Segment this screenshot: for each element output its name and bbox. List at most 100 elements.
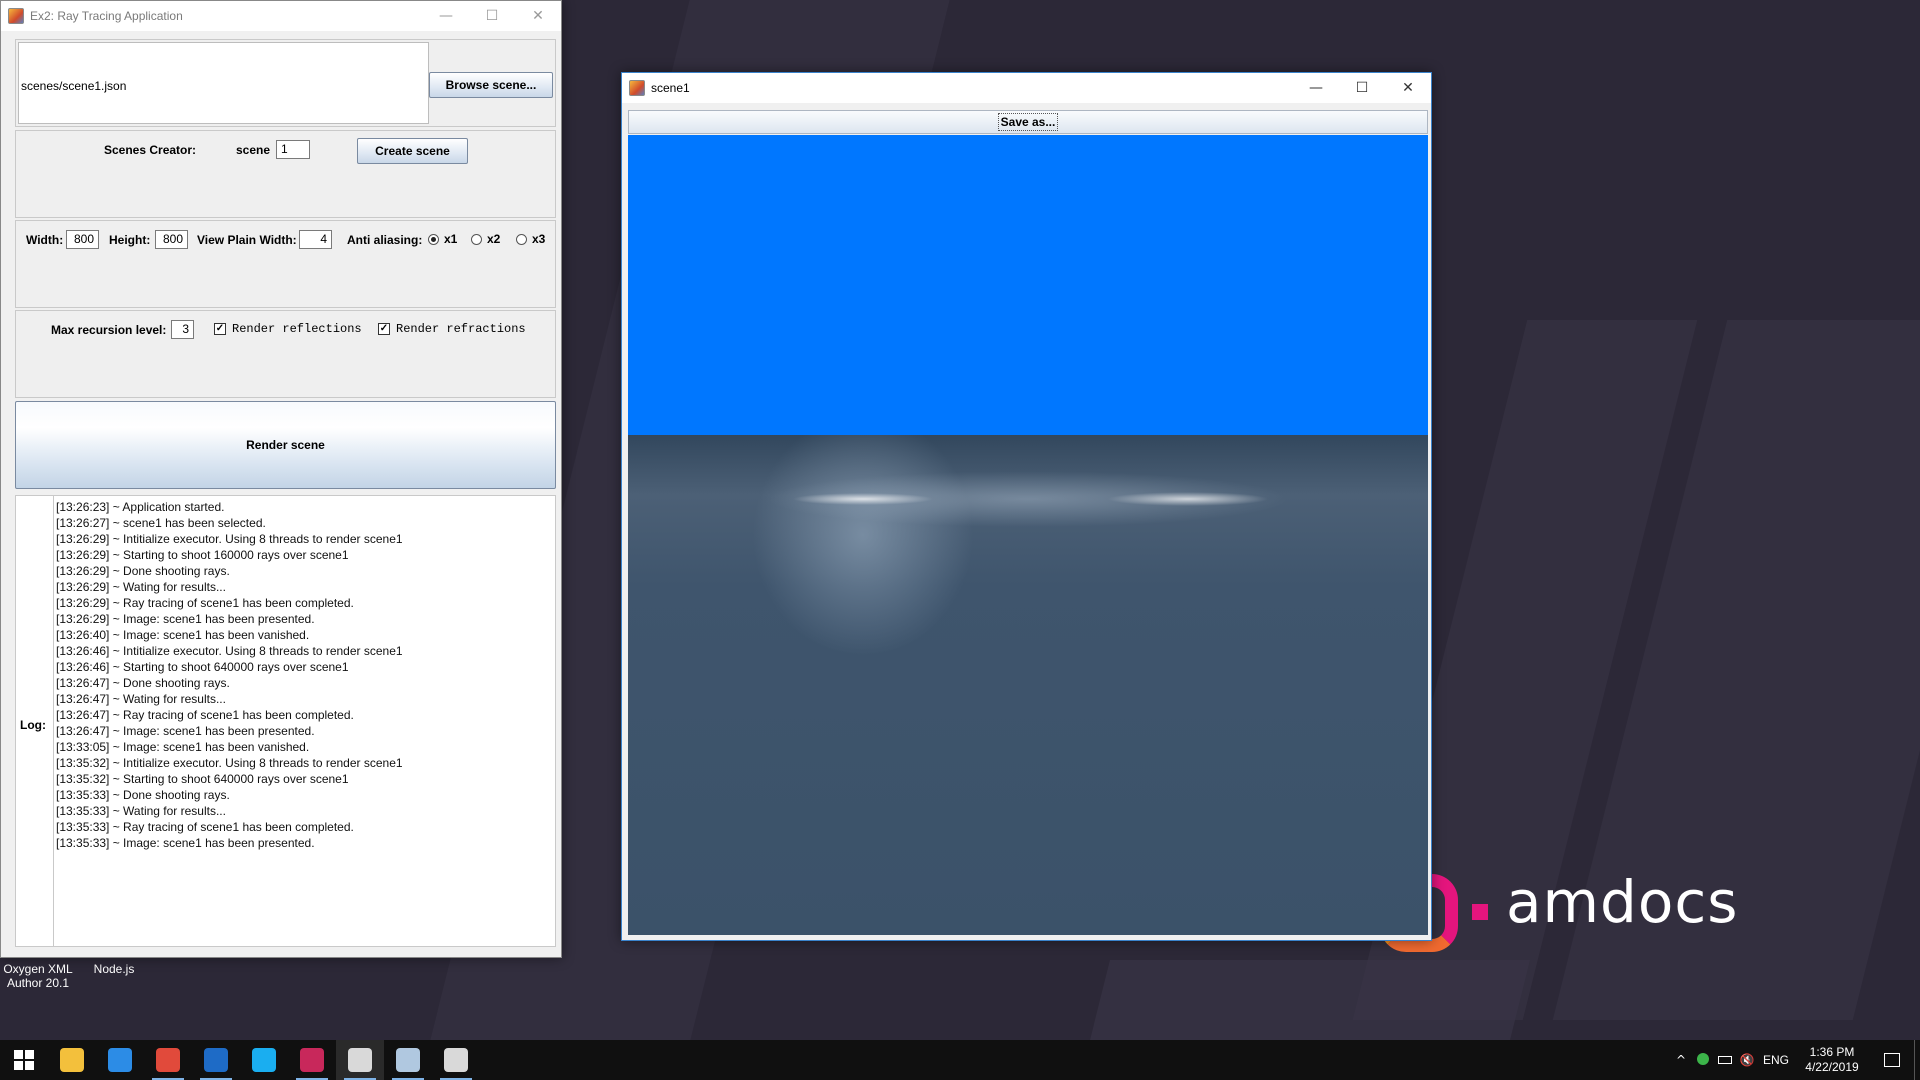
desktop-icon-label: Node.js — [93, 962, 135, 976]
checkbox-indicator: ✓ — [378, 323, 390, 335]
taskbar-app-skype[interactable] — [240, 1040, 288, 1080]
log-line: [13:26:47] ~ Done shooting rays. — [56, 676, 230, 690]
view-plain-width-input[interactable]: 4 — [299, 230, 332, 249]
window-title: Ex2: Ray Tracing Application — [30, 9, 183, 23]
desktop-icon-label: Oxygen XML Author 20.1 — [3, 962, 73, 990]
log-line: [13:35:33] ~ Done shooting rays. — [56, 788, 230, 802]
radio-indicator — [428, 233, 439, 245]
taskbar-app-outlook[interactable] — [192, 1040, 240, 1080]
chrome-icon — [156, 1048, 180, 1072]
amdocs-logo-dot — [1472, 904, 1488, 920]
taskbar-app-file-explorer[interactable] — [48, 1040, 96, 1080]
view-plain-width-label: View Plain Width: — [197, 233, 297, 247]
system-tray: ^ 🔇 ENG 1:36 PM 4/22/2019 — [1670, 1040, 1920, 1080]
taskbar-app-java-app-2[interactable] — [432, 1040, 480, 1080]
amdocs-logo-text: amdocs — [1506, 868, 1739, 936]
log-line: [13:26:29] ~ Done shooting rays. — [56, 564, 230, 578]
radio-indicator — [516, 233, 527, 245]
taskbar-app-internet-explorer[interactable] — [96, 1040, 144, 1080]
taskbar-app-intellij[interactable] — [288, 1040, 336, 1080]
radio-label: x1 — [444, 232, 458, 246]
maximize-button[interactable]: ☐ — [469, 1, 515, 31]
taskbar-app-paint[interactable] — [384, 1040, 432, 1080]
log-line: [13:26:29] ~ Intitialize executor. Using… — [56, 532, 403, 546]
battery-icon[interactable] — [1714, 1053, 1736, 1067]
max-recursion-input[interactable]: 3 — [171, 320, 194, 339]
log-line: [13:26:27] ~ scene1 has been selected. — [56, 516, 266, 530]
render-scene-button[interactable]: Render scene — [15, 401, 556, 489]
aa-radio-x2[interactable]: x2 — [471, 232, 500, 246]
render-refractions-checkbox[interactable]: ✓ Render refractions — [378, 322, 526, 336]
maximize-button[interactable]: ☐ — [1339, 73, 1385, 103]
scene-path-field[interactable]: scenes/scene1.json — [18, 42, 429, 124]
close-button[interactable]: ✕ — [1385, 73, 1431, 103]
start-button[interactable] — [0, 1040, 48, 1080]
ray-tracing-window: Ex2: Ray Tracing Application — ☐ ✕ scene… — [0, 0, 562, 958]
log-line: [13:35:32] ~ Starting to shoot 640000 ra… — [56, 772, 349, 786]
browse-scene-button[interactable]: Browse scene... — [429, 72, 553, 98]
log-line: [13:26:47] ~ Ray tracing of scene1 has b… — [56, 708, 354, 722]
window-title: scene1 — [651, 81, 690, 95]
rendered-sky — [628, 135, 1428, 435]
windows-logo-icon — [14, 1050, 34, 1070]
scene-file-panel: scenes/scene1.json Browse scene... — [15, 39, 556, 127]
minimize-button[interactable]: — — [423, 1, 469, 31]
scene-number-label: scene — [236, 143, 271, 157]
log-text-area[interactable]: [13:26:23] ~ Application started. [13:26:… — [53, 496, 555, 946]
paint-icon — [396, 1048, 420, 1072]
minimize-button[interactable]: — — [1293, 73, 1339, 103]
log-line: [13:26:40] ~ Image: scene1 has been vani… — [56, 628, 310, 642]
scene-number-input[interactable]: 1 — [276, 140, 310, 159]
rendered-ground-plane — [628, 435, 1428, 935]
checkbox-label: Render refractions — [396, 322, 526, 336]
ie-icon — [108, 1048, 132, 1072]
radio-label: x3 — [532, 232, 546, 246]
aa-radio-x3[interactable]: x3 — [516, 232, 545, 246]
security-shield-icon[interactable] — [1692, 1052, 1714, 1068]
taskbar-app-chrome[interactable] — [144, 1040, 192, 1080]
checkbox-label: Render reflections — [232, 322, 362, 336]
speaker-muted-icon[interactable]: 🔇 — [1736, 1053, 1758, 1067]
log-line: [13:26:46] ~ Starting to shoot 640000 ra… — [56, 660, 349, 674]
clock[interactable]: 1:36 PM 4/22/2019 — [1794, 1045, 1870, 1075]
log-line: [13:35:33] ~ Wating for results... — [56, 804, 226, 818]
radio-label: x2 — [487, 232, 501, 246]
folder-icon — [60, 1048, 84, 1072]
max-recursion-label: Max recursion level: — [51, 323, 167, 337]
log-line: [13:26:29] ~ Image: scene1 has been pres… — [56, 612, 315, 626]
checkbox-indicator: ✓ — [214, 323, 226, 335]
show-hidden-icons-icon[interactable]: ^ — [1670, 1053, 1692, 1067]
log-line: [13:35:32] ~ Intitialize executor. Using… — [56, 756, 403, 770]
close-button[interactable]: ✕ — [515, 1, 561, 31]
height-label: Height: — [109, 233, 151, 247]
language-indicator[interactable]: ENG — [1758, 1053, 1794, 1067]
java-icon — [348, 1048, 372, 1072]
taskbar-app-java-app-1[interactable] — [336, 1040, 384, 1080]
action-center-icon[interactable] — [1870, 1053, 1914, 1067]
java-icon — [8, 8, 24, 24]
save-as-button[interactable]: Save as... — [628, 110, 1428, 134]
java-icon — [629, 80, 645, 96]
background-stripe — [1090, 960, 1530, 1040]
taskbar-apps — [48, 1040, 480, 1080]
clock-date: 4/22/2019 — [1805, 1060, 1859, 1074]
render-reflections-checkbox[interactable]: ✓ Render reflections — [214, 322, 362, 336]
aa-radio-x1[interactable]: x1 — [428, 232, 457, 246]
title-bar[interactable]: scene1 — ☐ ✕ — [622, 73, 1431, 103]
intellij-icon — [300, 1048, 324, 1072]
scenes-creator-panel: Scenes Creator: scene 1 Create scene — [15, 130, 556, 218]
title-bar[interactable]: Ex2: Ray Tracing Application — ☐ ✕ — [1, 1, 561, 31]
height-input[interactable]: 800 — [155, 230, 188, 249]
log-line: [13:26:23] ~ Application started. — [56, 500, 225, 514]
amdocs-logo: amdocs — [1380, 866, 1760, 956]
width-input[interactable]: 800 — [66, 230, 99, 249]
scene-preview-window: scene1 — ☐ ✕ Save as... — [621, 72, 1432, 941]
recursion-panel: Max recursion level: 3 ✓ Render reflecti… — [15, 310, 556, 398]
outlook-icon — [204, 1048, 228, 1072]
scenes-creator-label: Scenes Creator: — [104, 143, 197, 157]
log-line: [13:26:46] ~ Intitialize executor. Using… — [56, 644, 403, 658]
create-scene-button[interactable]: Create scene — [357, 138, 468, 164]
width-label: Width: — [26, 233, 64, 247]
show-desktop-button[interactable] — [1914, 1040, 1920, 1080]
anti-aliasing-label: Anti aliasing: — [347, 233, 423, 247]
